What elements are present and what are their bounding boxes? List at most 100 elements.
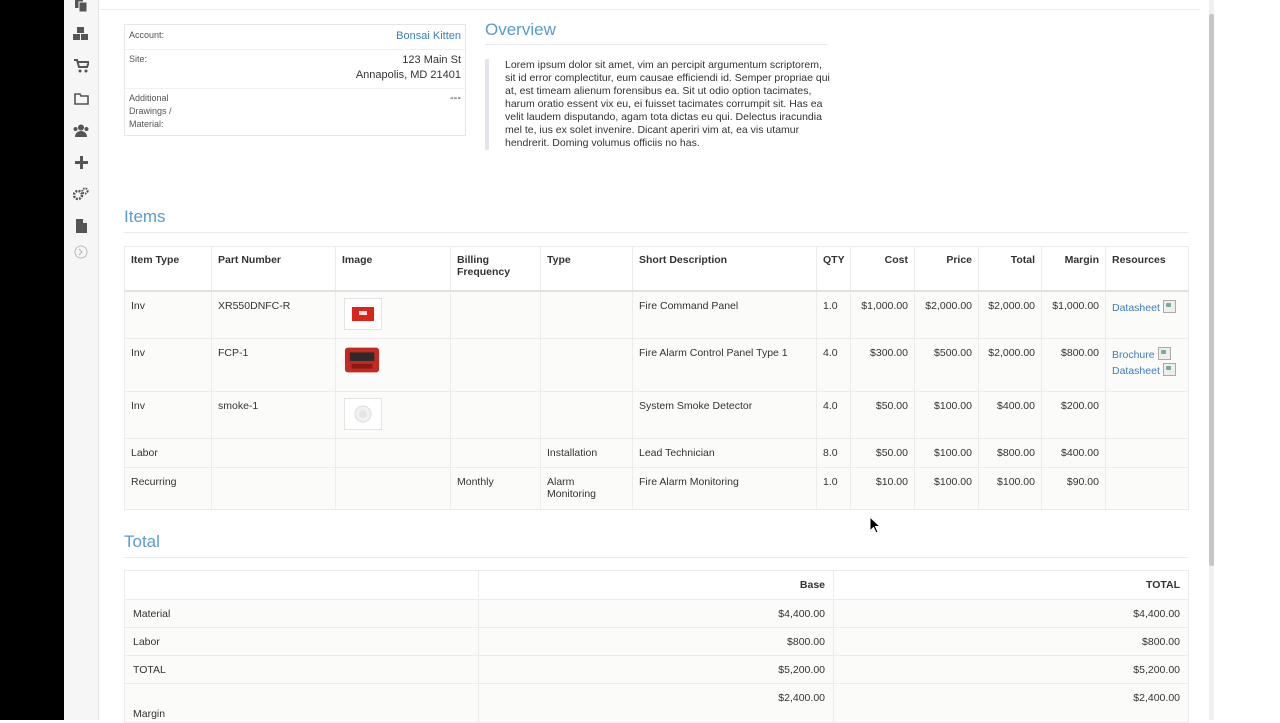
datasheet-link-label: Datasheet [1112, 302, 1160, 314]
cell-cost: $1,000.00 [850, 290, 915, 339]
col-billing-line2: Frequency [457, 266, 511, 278]
site-address: 123 Main St Annapolis, MD 21401 [356, 53, 461, 83]
additional-label: Additional Drawings / Material: [129, 92, 209, 131]
cell-cost: $50.00 [850, 391, 915, 439]
account-panel: Account: Bonsai Kitten Site: 123 Main St… [124, 24, 466, 136]
additional-label-line3: Material: [129, 119, 164, 129]
overview-divider [485, 44, 828, 45]
account-link[interactable]: Bonsai Kitten [396, 29, 461, 44]
cell-short-description: Fire Alarm Control Panel Type 1 [632, 338, 817, 392]
col-cost: Cost [850, 246, 915, 292]
totals-label: Margin [124, 683, 479, 723]
datasheet-link[interactable]: Datasheet [1112, 363, 1182, 379]
cell-qty: 1.0 [816, 290, 851, 339]
site-label: Site: [129, 54, 148, 64]
collapse-icon[interactable] [73, 244, 89, 260]
cell-qty: 4.0 [816, 338, 851, 392]
cell-total: $800.00 [978, 438, 1042, 468]
smoke-detector-thumbnail[interactable] [344, 398, 382, 430]
cell-price: $2,000.00 [914, 290, 979, 339]
cell-type: Alarm Monitoring [540, 467, 633, 510]
cell-item-type: Labor [124, 438, 212, 468]
fire-command-panel-thumbnail[interactable] [344, 298, 382, 330]
sidebar [64, 0, 99, 720]
cell-resources [1105, 391, 1189, 439]
cell-type [540, 391, 633, 439]
cell-billing-frequency: Monthly [450, 467, 541, 510]
col-total: Total [978, 246, 1042, 292]
cell-part-number: smoke-1 [211, 391, 336, 439]
total-divider [124, 557, 1188, 558]
cell-resources [1105, 467, 1189, 510]
cubes-icon[interactable] [73, 26, 89, 42]
cell-resources: Brochure Datasheet [1105, 338, 1189, 392]
table-row: Inv smoke-1 System Smoke Detector 4.0 $5… [124, 391, 1189, 439]
cell-item-type: Inv [124, 391, 212, 439]
site-address-line2: Annapolis, MD 21401 [355, 69, 461, 81]
totals-col-total: TOTAL [833, 570, 1189, 600]
copy-icon[interactable] [73, 0, 89, 13]
additional-value: --- [450, 92, 461, 104]
cell-qty: 4.0 [816, 391, 851, 439]
totals-total: $800.00 [833, 627, 1189, 656]
totals-col-label [124, 570, 479, 600]
cell-total: $100.00 [978, 467, 1042, 510]
overview-title: Overview [485, 20, 556, 39]
cell-qty: 8.0 [816, 438, 851, 468]
items-header-row: Item Type Part Number Image Billing Frequ… [124, 246, 1189, 292]
cell-type [540, 338, 633, 392]
cell-price: $500.00 [914, 338, 979, 392]
totals-header-row: Base TOTAL [124, 570, 1189, 600]
cell-image [335, 467, 451, 510]
cell-billing-frequency [450, 290, 541, 339]
brochure-link[interactable]: Brochure [1112, 347, 1182, 363]
col-billing-line1: Billing [457, 254, 490, 266]
datasheet-link-label: Datasheet [1112, 365, 1160, 377]
mouse-cursor-icon [869, 515, 882, 537]
cell-image [335, 290, 451, 339]
table-row: TOTAL $5,200.00 $5,200.00 [124, 655, 1189, 684]
totals-total: $4,400.00 [833, 599, 1189, 628]
cell-part-number: FCP-1 [211, 338, 336, 392]
totals-total: $2,400.00 [833, 683, 1189, 723]
fire-alarm-panel-thumbnail[interactable] [344, 345, 380, 375]
cell-cost: $300.00 [850, 338, 915, 392]
total-title: Total [124, 532, 160, 551]
cart-icon[interactable] [73, 58, 89, 74]
users-icon[interactable] [73, 122, 89, 138]
cell-image [335, 391, 451, 439]
cell-part-number [211, 438, 336, 468]
broken-image-icon [1162, 363, 1176, 376]
totals-total: $5,200.00 [833, 655, 1189, 684]
cell-qty: 1.0 [816, 467, 851, 510]
account-label: Account: [129, 30, 165, 40]
datasheet-link[interactable]: Datasheet [1112, 300, 1182, 316]
cogs-icon[interactable] [73, 186, 89, 202]
cell-price: $100.00 [914, 467, 979, 510]
col-short-description: Short Description [632, 246, 817, 292]
col-image: Image [335, 246, 451, 292]
cell-part-number: XR550DNFC-R [211, 290, 336, 339]
file-icon[interactable] [73, 218, 89, 234]
cell-item-type: Inv [124, 338, 212, 392]
table-row: Labor Installation Lead Technician 8.0 $… [124, 438, 1189, 468]
screen-edge-left [0, 0, 64, 720]
additional-label-line1: Additional [129, 93, 169, 103]
overview-text: Lorem ipsum dolor sit amet, vim an perci… [485, 59, 830, 150]
totals-label: TOTAL [124, 655, 479, 684]
cell-short-description: Fire Command Panel [632, 290, 817, 339]
totals-col-base: Base [478, 570, 834, 600]
totals-table: Base TOTAL Material $4,400.00 $4,400.00 … [124, 570, 1189, 723]
cell-price: $100.00 [914, 391, 979, 439]
cell-part-number [211, 467, 336, 510]
folder-icon[interactable] [73, 90, 89, 106]
divider [125, 49, 465, 50]
col-margin: Margin [1041, 246, 1106, 292]
site-address-line1: 123 Main St [402, 54, 461, 66]
col-item-type: Item Type [124, 246, 212, 292]
plus-icon[interactable] [73, 154, 89, 170]
cell-price: $100.00 [914, 438, 979, 468]
cell-image [335, 438, 451, 468]
cell-resources: Datasheet [1105, 290, 1189, 339]
col-part-number: Part Number [211, 246, 336, 292]
